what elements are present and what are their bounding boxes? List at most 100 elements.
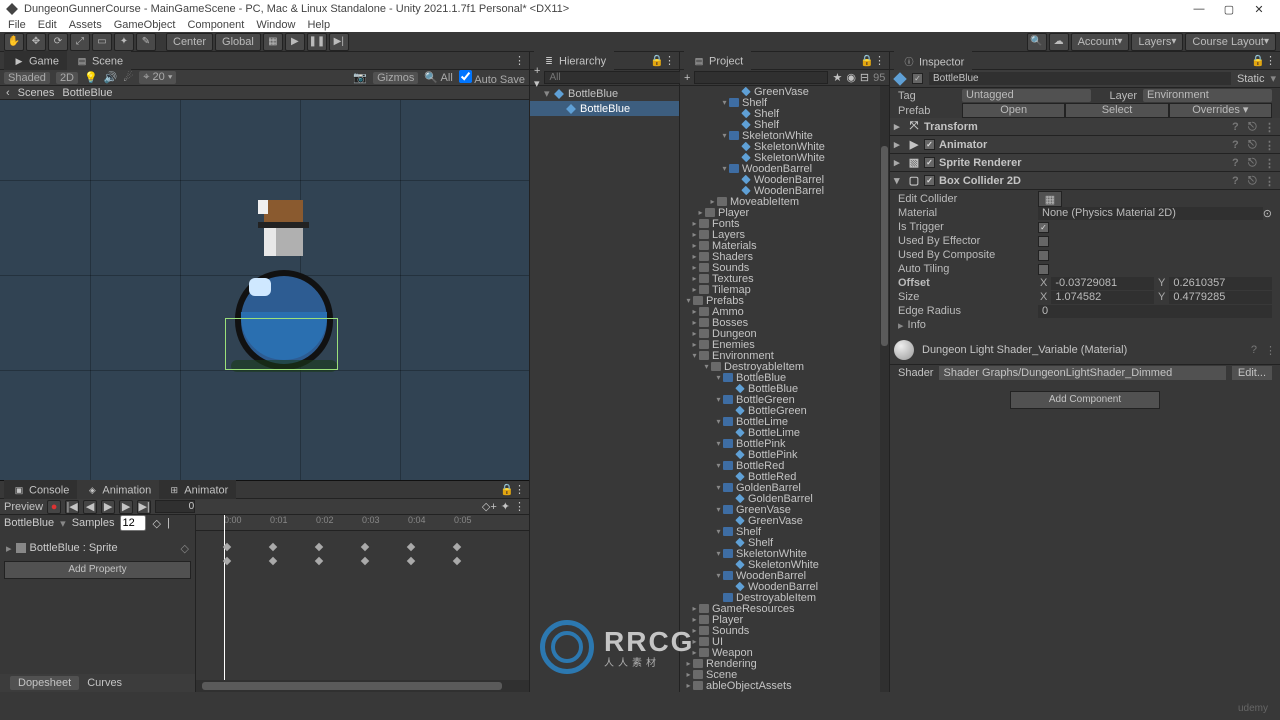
project-item[interactable]: ▸Bosses	[680, 317, 889, 328]
more-icon[interactable]: ⋮	[1264, 157, 1276, 169]
project-item[interactable]: ▸Fonts	[680, 218, 889, 229]
preset-icon[interactable]: ⎋	[1248, 139, 1260, 151]
project-item[interactable]: ▸Shaders	[680, 251, 889, 262]
menu-gameobject[interactable]: GameObject	[114, 19, 176, 31]
scrollbar-thumb[interactable]	[881, 146, 888, 346]
crumb-scenes[interactable]: Scenes	[18, 87, 55, 99]
more-icon[interactable]: ⋮	[1264, 139, 1276, 151]
menu-assets[interactable]: Assets	[69, 19, 102, 31]
project-item[interactable]: ▸Sounds	[680, 625, 889, 636]
project-item[interactable]: WoodenBarrel	[680, 174, 889, 185]
component-header[interactable]: ▸▶Animator?⎋⋮	[890, 136, 1280, 153]
animation-timeline[interactable]: 0:00 0:01 0:02 0:03 0:04 0:05	[196, 515, 529, 692]
menu-file[interactable]: File	[8, 19, 26, 31]
project-item[interactable]: ▸Scene	[680, 669, 889, 680]
prefab-select-button[interactable]: Select	[1065, 103, 1168, 118]
autosave-checkbox[interactable]	[459, 70, 472, 83]
play-button[interactable]: ▶	[285, 33, 305, 51]
preset-icon[interactable]: ⎋	[1248, 175, 1260, 187]
menu-window[interactable]: Window	[256, 19, 295, 31]
project-item[interactable]: ▾DestroyableItem	[680, 361, 889, 372]
minimize-button[interactable]: —	[1184, 3, 1214, 15]
pause-button[interactable]: ❚❚	[307, 33, 327, 51]
project-item[interactable]: BottleLime	[680, 427, 889, 438]
project-item[interactable]: ▾Environment	[680, 350, 889, 361]
project-item[interactable]: Shelf	[680, 537, 889, 548]
istrigger-checkbox[interactable]	[1038, 222, 1049, 233]
tab-animator[interactable]: ⊞Animator	[159, 480, 236, 500]
project-item[interactable]: ▾BottlePink	[680, 438, 889, 449]
project-item[interactable]: ▾WoodenBarrel	[680, 570, 889, 581]
proj-search[interactable]	[694, 71, 828, 84]
project-item[interactable]: WoodenBarrel	[680, 185, 889, 196]
project-item[interactable]: ▾BottleRed	[680, 460, 889, 471]
tab-hierarchy[interactable]: ≣Hierarchy	[534, 51, 614, 71]
help-icon[interactable]: ?	[1232, 121, 1244, 133]
keyframe-row-sprite[interactable]	[196, 555, 529, 567]
component-header[interactable]: ▸⤧Transform?⎋⋮	[890, 118, 1280, 135]
project-item[interactable]: ▸Player	[680, 207, 889, 218]
more-icon[interactable]: ⋮	[1264, 175, 1276, 187]
maximize-button[interactable]: ▢	[1214, 3, 1244, 16]
anim-menu-icon[interactable]: ⋮	[514, 500, 525, 513]
scene-viewport[interactable]	[0, 100, 529, 480]
custom-tool[interactable]: ✎	[136, 33, 156, 51]
menu-help[interactable]: Help	[307, 19, 330, 31]
tab-menu-icon[interactable]: ⋮	[514, 483, 525, 496]
material-field[interactable]: None (Physics Material 2D)	[1038, 207, 1263, 220]
project-item[interactable]: ▾BottleLime	[680, 416, 889, 427]
proj-create-dropdown[interactable]: +	[684, 72, 690, 84]
usedbyeffector-checkbox[interactable]	[1038, 236, 1049, 247]
event-add-icon[interactable]: |	[167, 517, 170, 529]
insp-lock-icon[interactable]: 🔒	[1251, 54, 1265, 67]
project-item[interactable]: SkeletonWhite	[680, 152, 889, 163]
project-item[interactable]: ▾Prefabs	[680, 295, 889, 306]
layer-dropdown[interactable]: Environment	[1143, 89, 1272, 102]
project-item[interactable]: ▾GreenVase	[680, 504, 889, 515]
samples-field[interactable]	[120, 515, 146, 531]
close-button[interactable]: ✕	[1244, 3, 1274, 16]
project-scrollbar[interactable]	[880, 86, 889, 692]
project-item[interactable]: ▸Sounds	[680, 262, 889, 273]
component-enabled-checkbox[interactable]	[924, 175, 935, 186]
help-icon[interactable]: ?	[1232, 157, 1244, 169]
account-dropdown[interactable]: Account ▾	[1071, 33, 1130, 51]
fov-dropdown[interactable]: ⌖ 20 ▾	[139, 71, 176, 84]
tab-inspector[interactable]: ⓘInspector	[894, 51, 972, 71]
frame-field[interactable]	[155, 500, 195, 513]
project-item[interactable]: ▸Textures	[680, 273, 889, 284]
project-item[interactable]: ▸MoveableItem	[680, 196, 889, 207]
proj-favorite-icon[interactable]: ★	[832, 71, 842, 84]
menu-edit[interactable]: Edit	[38, 19, 57, 31]
space-toggle[interactable]: Global	[215, 33, 261, 51]
project-item[interactable]: BottleBlue	[680, 383, 889, 394]
cloud-icon[interactable]: ☁	[1049, 33, 1069, 51]
last-frame-button[interactable]: ▶|	[137, 500, 151, 514]
project-item[interactable]: GoldenBarrel	[680, 493, 889, 504]
lighting-icon[interactable]: 💡	[84, 71, 98, 84]
hier-menu-icon[interactable]: ⋮	[664, 54, 675, 67]
project-item[interactable]: ▸UI	[680, 636, 889, 647]
menu-component[interactable]: Component	[187, 19, 244, 31]
prev-frame-button[interactable]: ◀	[83, 500, 97, 514]
project-item[interactable]: BottlePink	[680, 449, 889, 460]
proj-menu-icon[interactable]: ⋮	[874, 54, 885, 67]
move-tool[interactable]: ✥	[26, 33, 46, 51]
project-item[interactable]: ▾BottleBlue	[680, 372, 889, 383]
pivot-toggle[interactable]: Center	[166, 33, 213, 51]
info-foldout[interactable]: Info	[908, 319, 926, 331]
timeline-scrollbar[interactable]	[196, 680, 529, 692]
add-property-button[interactable]: Add Property	[4, 561, 191, 579]
project-item[interactable]: ▸Rendering	[680, 658, 889, 669]
clip-dropdown[interactable]: BottleBlue	[4, 517, 54, 529]
scale-tool[interactable]: ⤢	[70, 33, 90, 51]
usedbycomposite-checkbox[interactable]	[1038, 250, 1049, 261]
tab-scene[interactable]: ▤Scene	[67, 51, 131, 71]
first-frame-button[interactable]: |◀	[65, 500, 79, 514]
preview-label[interactable]: Preview	[4, 501, 43, 513]
proj-eye-icon[interactable]: ◉	[846, 71, 856, 84]
next-frame-button[interactable]: ▶	[119, 500, 133, 514]
project-item[interactable]: ▾Shelf	[680, 526, 889, 537]
size-y-field[interactable]: 0.4779285	[1169, 291, 1272, 304]
hier-search[interactable]	[544, 71, 686, 84]
